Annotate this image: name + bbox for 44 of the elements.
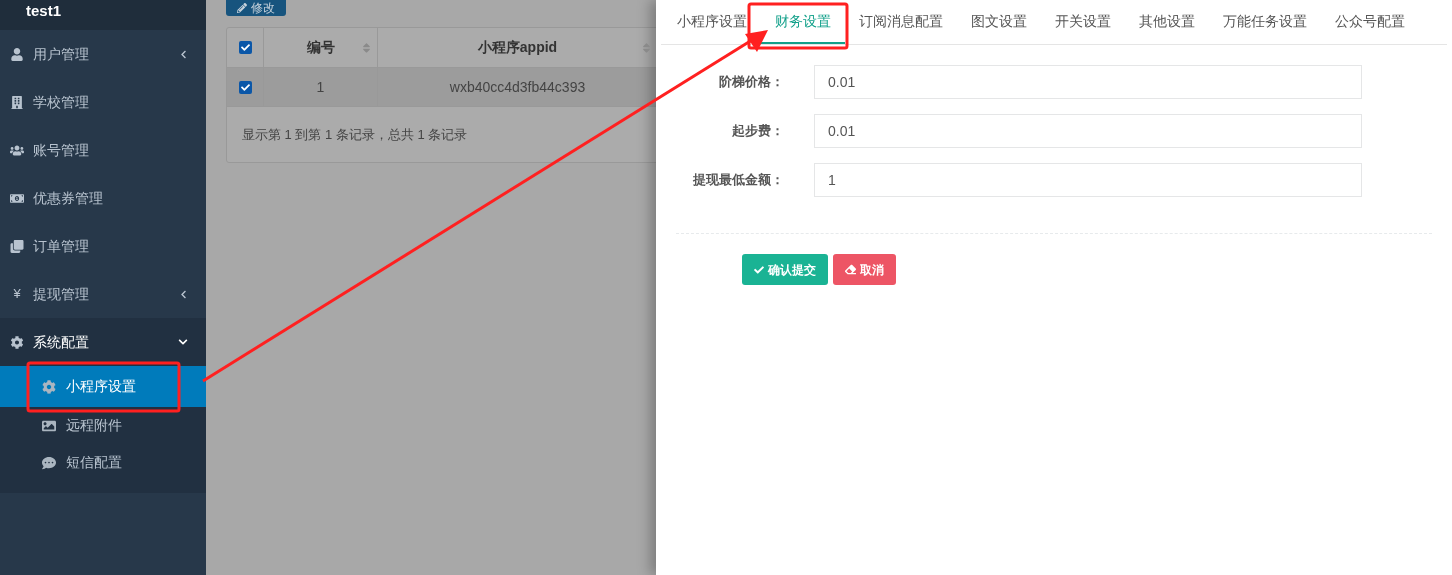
tab[interactable]: 小程序设置 — [663, 0, 761, 44]
yen-icon: ¥ — [10, 284, 24, 304]
settings-icon — [10, 335, 24, 349]
input-field[interactable]: 1 — [814, 163, 1362, 197]
field-label: 起步费： — [731, 122, 784, 141]
field-label: 阶梯价格： — [718, 73, 784, 92]
sort-icon — [362, 41, 371, 54]
pagination-info: 显示第 1 到第 1 条记录，总共 1 条记录 — [242, 125, 468, 144]
sidebar-item[interactable]: 学校管理 — [0, 78, 206, 126]
submenu-item[interactable]: 远程附件 — [0, 407, 206, 444]
tab[interactable]: 订阅消息配置 — [845, 0, 957, 44]
table-row[interactable]: 1 wxb40cc4d3fb44c393 — [227, 68, 656, 107]
checkbox[interactable] — [238, 41, 252, 54]
sidebar-item[interactable]: ¥ 提现管理 — [0, 270, 206, 318]
tab[interactable]: 开关设置 — [1041, 0, 1125, 44]
tab[interactable]: 图文设置 — [957, 0, 1041, 44]
sidebar-item[interactable]: 系统配置 — [0, 318, 206, 366]
field-label: 提现最低金额： — [692, 171, 784, 190]
submenu-item[interactable]: 短信配置 — [0, 444, 206, 481]
input-field[interactable]: 0.01 — [814, 65, 1362, 99]
tab[interactable]: 其他设置 — [1125, 0, 1209, 44]
submenu-item[interactable]: 小程序设置 — [0, 366, 206, 407]
table-cell: 1 — [264, 68, 378, 106]
chevron-down-icon — [178, 337, 188, 347]
pencil-icon — [237, 3, 247, 13]
check-icon — [754, 264, 764, 275]
column-header[interactable]: 编号 — [264, 28, 378, 67]
edit-button[interactable]: 修改 — [226, 0, 286, 16]
input-field[interactable]: 0.01 — [814, 114, 1362, 148]
chevron-left-icon — [179, 289, 188, 299]
eraser-icon — [845, 264, 856, 275]
image-icon — [42, 418, 56, 433]
sidebar-item[interactable]: 优惠券管理 — [0, 174, 206, 222]
sidebar-item[interactable]: 用户管理 — [0, 30, 206, 78]
sidebar-item[interactable]: 账号管理 — [0, 126, 206, 174]
checkbox[interactable] — [238, 80, 252, 94]
tab[interactable]: 公众号配置 — [1321, 0, 1419, 44]
sort-icon — [642, 41, 651, 54]
settings-icon — [42, 379, 56, 394]
chevron-left-icon — [179, 49, 188, 59]
chat-icon — [42, 455, 56, 470]
sidebar-item[interactable]: 订单管理 — [0, 222, 206, 270]
brand-title: test1 — [26, 3, 62, 18]
tab[interactable]: 万能任务设置 — [1209, 0, 1321, 44]
